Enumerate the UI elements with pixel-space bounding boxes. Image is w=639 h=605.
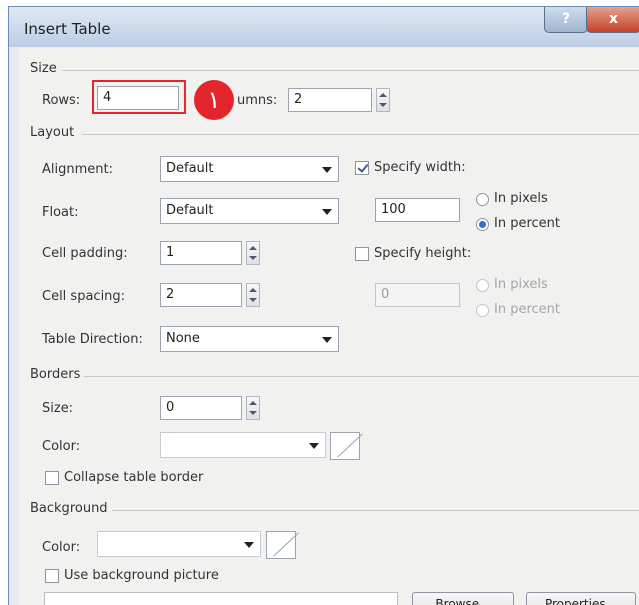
browse-button[interactable]: Browse... — [412, 592, 514, 605]
border-size-input[interactable]: 0 — [160, 396, 242, 420]
table-direction-value: None — [166, 331, 200, 346]
width-in-percent-radio[interactable] — [476, 218, 489, 231]
specify-height-checkbox[interactable] — [355, 247, 369, 261]
close-button[interactable]: x — [586, 7, 639, 33]
background-picture-path-input[interactable] — [44, 592, 398, 605]
help-icon: ? — [561, 11, 571, 27]
table-direction-label: Table Direction: — [42, 332, 143, 347]
alignment-select[interactable]: Default — [160, 156, 339, 182]
cell-padding-label: Cell padding: — [42, 246, 128, 261]
help-button[interactable]: ? — [544, 7, 588, 33]
width-in-percent-label: In percent — [494, 216, 560, 231]
border-size-spinner[interactable] — [246, 396, 260, 420]
cell-padding-input[interactable]: 1 — [160, 241, 242, 265]
collapse-border-checkbox[interactable] — [45, 471, 59, 485]
background-color-label: Color: — [42, 540, 81, 555]
size-divider — [62, 70, 639, 71]
background-color-swatch[interactable] — [266, 531, 296, 559]
cell-spacing-spinner[interactable] — [246, 283, 260, 307]
specify-width-checkbox[interactable] — [355, 161, 369, 175]
height-input[interactable]: 0 — [375, 283, 460, 307]
size-section-title: Size — [30, 61, 61, 76]
use-background-picture-label: Use background picture — [64, 568, 219, 583]
collapse-border-label: Collapse table border — [64, 470, 204, 485]
height-in-percent-label: In percent — [494, 302, 560, 317]
columns-label: umns: — [237, 93, 278, 108]
float-value: Default — [166, 203, 214, 218]
chevron-down-icon — [244, 542, 254, 548]
width-in-pixels-label: In pixels — [494, 191, 548, 206]
alignment-value: Default — [166, 161, 214, 176]
chevron-down-icon — [322, 209, 332, 215]
specify-width-label: Specify width: — [374, 160, 466, 175]
use-background-picture-checkbox[interactable] — [45, 569, 59, 583]
width-in-pixels-radio[interactable] — [476, 193, 489, 206]
height-in-pixels-label: In pixels — [494, 277, 548, 292]
background-color-select[interactable] — [97, 531, 261, 557]
background-divider — [112, 510, 639, 511]
columns-spinner[interactable] — [376, 88, 390, 112]
dialog-title: Insert Table — [24, 20, 111, 38]
height-in-percent-radio[interactable] — [476, 304, 489, 317]
chevron-down-icon — [322, 167, 332, 173]
border-color-swatch[interactable] — [330, 432, 360, 460]
background-section-title: Background — [30, 501, 112, 516]
screenshot: Insert Table ? x Size Rows: 4 ١ umns: 2 … — [0, 0, 639, 605]
layout-section-title: Layout — [30, 125, 79, 140]
table-direction-select[interactable]: None — [160, 326, 339, 352]
float-select[interactable]: Default — [160, 198, 339, 224]
rows-highlight-box — [92, 80, 186, 114]
rows-label: Rows: — [42, 93, 81, 108]
specify-height-label: Specify height: — [374, 246, 472, 261]
chevron-down-icon — [309, 443, 319, 449]
borders-divider — [84, 376, 639, 377]
border-color-select[interactable] — [160, 432, 326, 458]
border-color-label: Color: — [42, 439, 81, 454]
properties-button[interactable]: Properties... — [526, 592, 636, 605]
close-icon: x — [608, 11, 619, 27]
columns-input[interactable]: 2 — [288, 88, 372, 112]
step-callout: ١ — [194, 80, 234, 120]
chevron-down-icon — [322, 337, 332, 343]
border-size-label: Size: — [42, 401, 74, 416]
cell-spacing-input[interactable]: 2 — [160, 283, 242, 307]
cell-padding-spinner[interactable] — [246, 241, 260, 265]
borders-section-title: Borders — [30, 367, 85, 382]
height-in-pixels-radio[interactable] — [476, 279, 489, 292]
alignment-label: Alignment: — [42, 162, 113, 177]
width-input[interactable]: 100 — [375, 198, 460, 222]
layout-divider — [82, 134, 639, 135]
cell-spacing-label: Cell spacing: — [42, 289, 126, 304]
float-label: Float: — [42, 205, 79, 220]
